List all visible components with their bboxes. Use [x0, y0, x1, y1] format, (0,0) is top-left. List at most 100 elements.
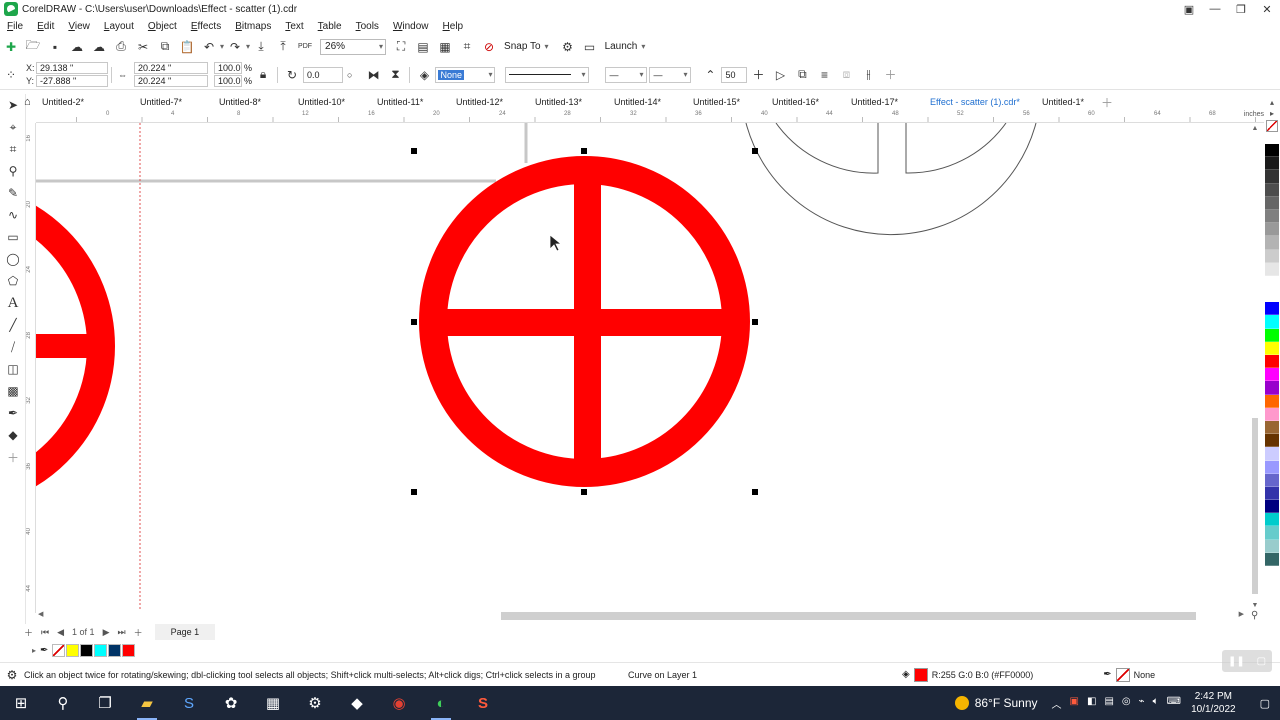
full-screen-icon[interactable]: ⛶: [390, 37, 412, 57]
text-tool-icon[interactable]: A: [0, 292, 26, 314]
alignment-guides-icon[interactable]: ⊘: [478, 37, 500, 57]
print-icon[interactable]: ⎙: [110, 37, 132, 57]
cut-icon[interactable]: ✂: [132, 37, 154, 57]
palette-swatch[interactable]: [1265, 434, 1279, 448]
menu-effects[interactable]: Effects: [184, 21, 228, 32]
horizontal-scrollbar[interactable]: ◀ ▶: [36, 610, 1248, 622]
tab-untitled-8[interactable]: Untitled-8*: [195, 94, 274, 110]
launch-chevron-icon[interactable]: ▾: [641, 42, 645, 51]
menu-view[interactable]: View: [61, 21, 97, 32]
app-red-s-icon[interactable]: S: [462, 686, 504, 720]
fill-info[interactable]: ◈ R:255 G:0 B:0 (#FF0000): [902, 667, 1033, 682]
palette-swatch[interactable]: [1265, 447, 1279, 461]
scroll-left-icon[interactable]: ◀: [38, 610, 43, 618]
show-guidelines-icon[interactable]: ⌗: [456, 37, 478, 57]
undo-icon[interactable]: ↶: [198, 37, 220, 57]
outline-info[interactable]: ✒ None: [1103, 667, 1155, 682]
add-node-icon[interactable]: ＋: [747, 65, 769, 85]
outline-style-select[interactable]: ▾: [505, 66, 590, 83]
mirror-vertical-icon[interactable]: ⧗: [384, 65, 406, 85]
chrome-icon[interactable]: ◉: [378, 686, 420, 720]
open-folder-icon[interactable]: 🗁: [22, 37, 44, 57]
palette-swatch[interactable]: [1265, 328, 1279, 342]
drawing-canvas[interactable]: [36, 123, 1248, 610]
new-tab-icon[interactable]: ＋: [1101, 94, 1113, 111]
tray-app-icon[interactable]: ▣: [1070, 696, 1079, 711]
close-button[interactable]: ✕: [1254, 0, 1280, 18]
palette-options-icon[interactable]: ▸: [1270, 109, 1274, 118]
add-tool-icon[interactable]: ＋: [0, 446, 26, 468]
cloud-download-icon[interactable]: ☁: [66, 37, 88, 57]
palette-swatch[interactable]: [1265, 249, 1279, 263]
menu-table[interactable]: Table: [311, 21, 349, 32]
clock[interactable]: 2:42 PM 10/1/2022: [1191, 690, 1236, 716]
home-icon[interactable]: ⌂: [24, 96, 38, 108]
menu-layout[interactable]: Layout: [97, 21, 141, 32]
menu-file[interactable]: File: [0, 21, 30, 32]
notifications-icon[interactable]: ▢: [1260, 697, 1270, 710]
next-page-icon[interactable]: ▶: [103, 627, 110, 638]
palette-swatch[interactable]: [1265, 341, 1279, 355]
zoom-corner-icon[interactable]: ⚲: [1251, 610, 1258, 621]
palette-swatch[interactable]: [1265, 473, 1279, 487]
palette-swatch[interactable]: [1265, 368, 1279, 382]
launch-icon[interactable]: ▭: [579, 37, 601, 57]
calculator-icon[interactable]: ▦: [252, 686, 294, 720]
palette-swatch[interactable]: [1265, 289, 1279, 303]
add-page-after-icon[interactable]: ＋: [134, 626, 143, 639]
palette-swatch[interactable]: [1265, 355, 1279, 369]
tab-untitled-11[interactable]: Untitled-11*: [353, 94, 432, 110]
scroll-down-icon[interactable]: ▼: [1250, 602, 1260, 609]
stop-icon[interactable]: ▢: [1257, 656, 1266, 667]
vertical-scrollbar[interactable]: ▲ ▼: [1250, 123, 1260, 611]
connector-tool-icon[interactable]: ╱: [0, 314, 26, 336]
split-icon[interactable]: ⫲: [857, 65, 879, 85]
account-icon[interactable]: ▣: [1176, 0, 1202, 18]
palette-swatch[interactable]: [1265, 407, 1279, 421]
object-origin-icon[interactable]: ⁘: [0, 65, 22, 85]
doc-swatch[interactable]: [66, 644, 80, 657]
file-explorer-icon[interactable]: ▰: [126, 686, 168, 720]
paste-icon[interactable]: 📋: [176, 37, 198, 57]
menu-bitmaps[interactable]: Bitmaps: [228, 21, 278, 32]
palette-swatch[interactable]: [1265, 460, 1279, 474]
options-gear-icon[interactable]: ⚙: [557, 37, 579, 57]
shape-tool-icon[interactable]: ⌖: [0, 116, 26, 138]
vertical-scroll-thumb[interactable]: [1252, 418, 1258, 594]
keyboard-icon[interactable]: ⌨: [1167, 696, 1181, 711]
trim-icon[interactable]: ⧈: [835, 65, 857, 85]
palette-swatch[interactable]: [1265, 526, 1279, 540]
horizontal-scroll-thumb[interactable]: [501, 612, 1196, 620]
doc-palette-arrow-icon[interactable]: ▸: [32, 646, 36, 655]
export-pdf-icon[interactable]: PDF: [294, 37, 316, 57]
height-field[interactable]: 20.224 ": [134, 75, 208, 87]
tab-untitled-7[interactable]: Untitled-7*: [116, 94, 195, 110]
palette-swatch[interactable]: [1265, 486, 1279, 501]
launch-dropdown[interactable]: Launch: [601, 41, 642, 52]
export-icon[interactable]: ⤒: [272, 37, 294, 57]
interactive-fill-icon[interactable]: ◆: [0, 424, 26, 446]
palette-swatch[interactable]: [1265, 420, 1279, 435]
minimize-button[interactable]: —: [1202, 0, 1228, 18]
crop-tool-icon[interactable]: ⌗: [0, 138, 26, 160]
palette-swatch[interactable]: [1265, 157, 1279, 171]
tray-chevron-icon[interactable]: ︿: [1052, 696, 1062, 711]
page-1-tab[interactable]: Page 1: [154, 624, 216, 640]
menu-text[interactable]: Text: [278, 21, 310, 32]
x-position-field[interactable]: 29.138 ": [36, 62, 108, 74]
doc-swatch[interactable]: [80, 644, 94, 657]
cloud-upload-icon[interactable]: ☁: [88, 37, 110, 57]
freehand-tool-icon[interactable]: ✎: [0, 182, 26, 204]
start-arrowhead-select[interactable]: — ▾: [605, 66, 648, 83]
last-page-icon[interactable]: ⏭: [118, 627, 126, 638]
snap-to-dropdown[interactable]: Snap To: [500, 41, 545, 52]
scale-width-field[interactable]: 100.0: [214, 62, 242, 74]
network-icon[interactable]: ⌁: [1139, 696, 1145, 711]
polygon-tool-icon[interactable]: ⬠: [0, 270, 26, 292]
snap-chevron-icon[interactable]: ▾: [545, 42, 549, 51]
menu-object[interactable]: Object: [141, 21, 184, 32]
rotation-angle-field[interactable]: 0.0: [303, 66, 344, 83]
settings-app-icon[interactable]: ⚙: [294, 686, 336, 720]
task-view-icon[interactable]: ❐: [84, 686, 126, 720]
weather-widget[interactable]: 86°F Sunny: [954, 696, 1038, 710]
